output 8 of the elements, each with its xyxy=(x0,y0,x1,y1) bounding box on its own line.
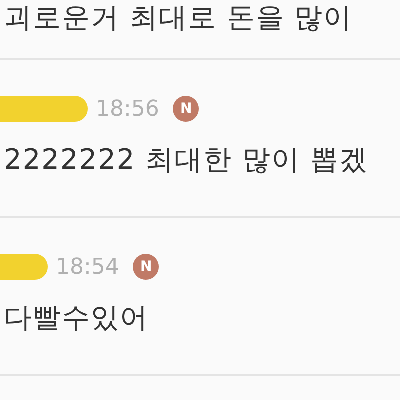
comment-time: 18:54 xyxy=(56,254,120,280)
comment-text: 괴로운거 최대로 돈을 많이 xyxy=(3,2,354,34)
comment-text: 2222222 최대한 많이 뽑겠 xyxy=(3,144,370,176)
comment-time: 18:56 xyxy=(96,96,160,122)
new-badge: N xyxy=(173,96,200,122)
redaction-mark xyxy=(0,254,48,280)
comment-text: 다빨수있어 xyxy=(3,302,150,334)
new-badge: N xyxy=(133,254,160,280)
